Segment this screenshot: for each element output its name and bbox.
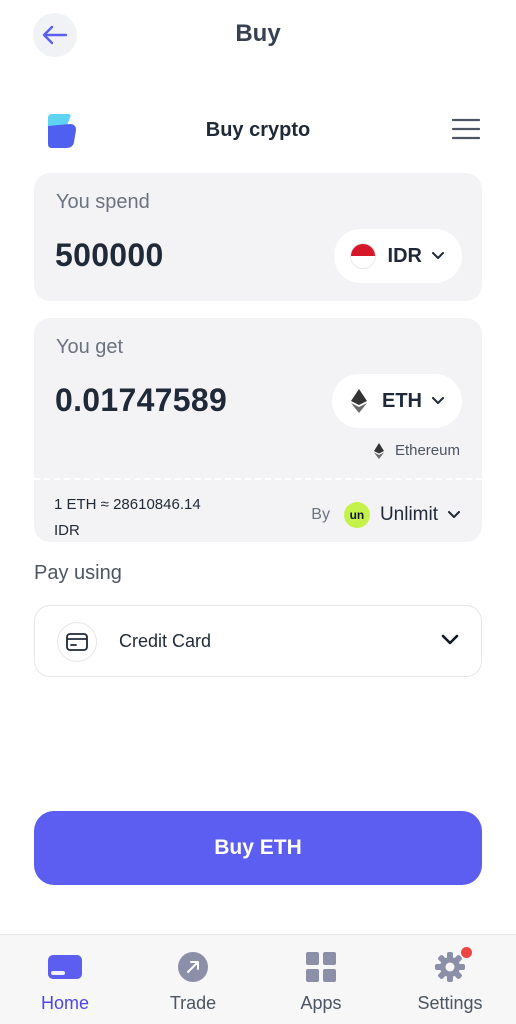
get-amount: 0.01747589 [55,382,228,418]
widget-header: Buy crypto [0,108,516,152]
get-card: You get 0.01747589 ETH Ethereum 1 ETH ≈ … [34,318,482,542]
top-header: Buy [0,0,516,72]
chevron-down-icon [441,634,459,645]
spend-amount-input[interactable]: 500000 [55,237,164,274]
payment-method-label: Credit Card [119,631,212,651]
nav-home[interactable]: Home [15,949,115,1019]
nav-settings[interactable]: Settings [400,947,500,1019]
network-indicator: Ethereum [373,442,460,459]
get-currency-label: ETH [382,389,422,412]
spend-currency-label: IDR [387,244,422,267]
nav-home-label: Home [40,993,89,1013]
unlimit-logo-icon: un [343,502,370,528]
nav-apps-label: Apps [300,993,342,1013]
by-label: By [311,506,330,523]
ethereum-icon [351,389,367,413]
provider-name: Unlimit [379,504,438,525]
buy-eth-button[interactable]: Buy ETH [34,811,482,885]
spend-currency-select[interactable]: IDR [333,229,462,283]
credit-card-icon [66,633,88,651]
payment-method-select[interactable]: Credit Card [34,605,482,677]
widget-title: Buy crypto [205,119,311,141]
network-name: Ethereum [394,442,460,459]
indonesia-flag-icon [349,243,376,269]
credit-card-icon-wrap [57,622,97,662]
trade-icon [178,952,208,982]
nav-apps[interactable]: Apps [271,949,371,1019]
spend-label: You spend [56,191,150,213]
pay-using-label: Pay using [34,562,122,584]
spend-card: You spend 500000 IDR [34,173,482,301]
provider-select[interactable]: By un Unlimit [311,502,460,528]
notification-dot [461,947,472,958]
hamburger-menu-icon[interactable] [452,118,480,140]
chevron-down-icon [448,511,460,518]
buy-page: Buy Buy crypto You spend 500000 IDR You … [0,0,516,1024]
exchange-rate: 1 ETH ≈ 28610846.14 IDR [54,496,201,539]
apps-grid-icon [306,952,336,982]
chevron-down-icon [432,397,444,404]
nav-trade[interactable]: Trade [143,949,243,1019]
chevron-down-icon [432,252,444,259]
bottom-nav: Home Trade Apps Settings [0,934,516,1024]
wallet-icon [48,955,82,979]
page-title: Buy [235,20,281,47]
nav-trade-label: Trade [169,993,217,1013]
get-label: You get [56,336,124,358]
ethereum-icon [373,442,384,459]
rate-bar: 1 ETH ≈ 28610846.14 IDR By un Unlimit [34,478,482,542]
get-currency-select[interactable]: ETH [332,374,462,428]
nav-settings-label: Settings [417,993,483,1013]
